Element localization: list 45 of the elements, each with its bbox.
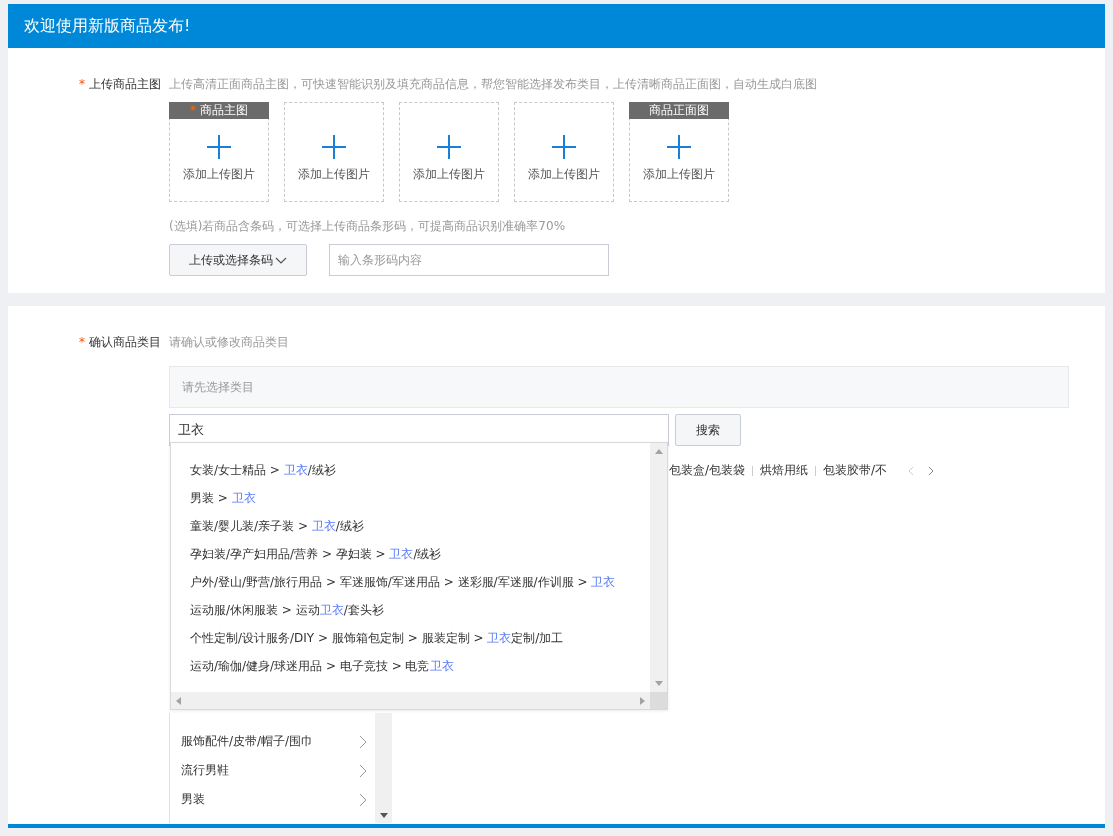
category-tag-link[interactable]: 包装盒/包装袋 [669, 462, 753, 479]
caret-icon [275, 256, 287, 264]
chevron-right-icon [359, 763, 367, 778]
chevron-right-icon [359, 792, 367, 807]
barcode-input-field[interactable]: 输入条形码内容 [329, 244, 609, 276]
suggestion-item[interactable]: 个性定制/设计服务/DIY > 服饰箱包定制 > 服装定制 > 卫衣定制/加工 [190, 625, 650, 653]
suggestion-item[interactable]: 女装/女士精品 > 卫衣/绒衫 [190, 457, 650, 485]
suggestion-item[interactable]: 运动服/休闲服装 > 运动卫衣/套头衫 [190, 597, 650, 625]
barcode-dropdown-button[interactable]: 上传或选择条码 [169, 244, 307, 276]
page-title: 欢迎使用新版商品发布! [23, 15, 192, 37]
scrollbar[interactable] [171, 692, 650, 709]
slot-tag: 商品正面图 [629, 102, 729, 119]
plus-icon [667, 135, 691, 159]
scrollbar[interactable] [375, 713, 392, 823]
plus-icon [437, 135, 461, 159]
suggestion-item[interactable]: 运动/瑜伽/健身/球迷用品 > 电子竞技 > 电竞卫衣 [190, 653, 650, 681]
field-label: * 确认商品类目 [78, 334, 162, 351]
category-list-item[interactable]: 男装 [170, 785, 375, 814]
category-list-item[interactable]: 流行男鞋 [170, 756, 375, 785]
image-upload-slot[interactable]: 添加上传图片 [399, 102, 499, 202]
plus-icon [552, 135, 576, 159]
chevron-right-icon [359, 734, 367, 749]
image-upload-slot[interactable]: 商品正面图 添加上传图片 [629, 102, 729, 202]
plus-icon [322, 135, 346, 159]
hint-text: 上传高清正面商品主图，可快速智能识别及填充商品信息，帮您智能选择发布类目，上传清晰商品正面图，自动生成白底图 [169, 76, 817, 93]
image-upload-slot[interactable]: 添加上传图片 [284, 102, 384, 202]
selected-category-box: 请先选择类目 [169, 366, 1069, 408]
scrollbar[interactable] [650, 443, 667, 692]
field-label: * 上传商品主图 [78, 76, 162, 93]
suggestion-item[interactable]: 户外/登山/野营/旅行用品 > 军迷服饰/军迷用品 > 迷彩服/军迷服/作训服 > 卫衣 [190, 569, 650, 597]
search-button[interactable]: 搜索 [675, 414, 741, 446]
category-list-item[interactable]: 服饰配件/皮带/帽子/围巾 [170, 727, 375, 756]
image-upload-slot[interactable]: 添加上传图片 [514, 102, 614, 202]
slot-tag: * 商品主图 [169, 102, 269, 119]
chevron-left-icon[interactable] [908, 465, 915, 476]
hint-text: 请确认或修改商品类目 [169, 334, 290, 351]
image-upload-slot[interactable]: * 商品主图 添加上传图片 [169, 102, 269, 202]
suggestion-item[interactable]: 童装/婴儿装/亲子装 > 卫衣/绒衫 [190, 513, 650, 541]
suggestion-item[interactable]: 男装 > 卫衣 [190, 485, 650, 513]
chevron-right-icon[interactable] [928, 465, 935, 476]
suggestion-item[interactable]: 孕妇装/孕产妇用品/营养 > 孕妇装 > 卫衣/绒衫 [190, 541, 650, 569]
category-tag-link[interactable]: 包装胶带/不 [816, 462, 895, 479]
plus-icon [207, 135, 231, 159]
hint-text: (选填)若商品含条码，可选择上传商品条形码，可提高商品识别准确率70% [169, 218, 567, 235]
category-tag-link[interactable]: 烘焙用纸 [753, 462, 816, 479]
